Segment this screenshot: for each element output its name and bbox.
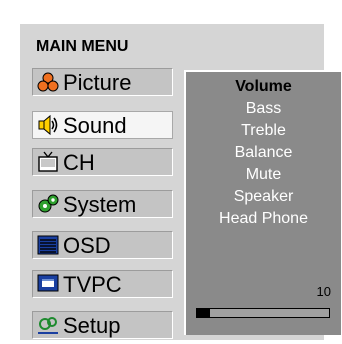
submenu-item-balance[interactable]: Balance: [186, 144, 341, 162]
menu-item-picture[interactable]: Picture: [32, 68, 173, 96]
menu-item-sound[interactable]: Sound: [32, 111, 173, 139]
menu-item-label: Sound: [63, 113, 127, 138]
volume-slider[interactable]: [196, 308, 330, 318]
submenu-item-treble[interactable]: Treble: [186, 122, 341, 140]
picture-icon: [37, 72, 59, 92]
menu-item-label: Setup: [63, 313, 121, 338]
setup-icon: [38, 317, 58, 334]
submenu-item-mute[interactable]: Mute: [186, 166, 341, 184]
menu-title: MAIN MENU: [36, 38, 129, 55]
sound-submenu: Volume Bass Treble Balance Mute Speaker …: [184, 70, 341, 335]
gears-icon: [38, 194, 59, 213]
menu-item-system[interactable]: System: [32, 190, 173, 218]
volume-slider-fill: [197, 309, 211, 317]
menu-item-label: System: [63, 192, 137, 217]
menu-item-tvpc[interactable]: TVPC: [32, 270, 173, 298]
menu-item-osd[interactable]: OSD: [32, 231, 173, 259]
menu-item-label: Picture: [63, 70, 132, 95]
menu-item-label: TVPC: [63, 272, 122, 297]
volume-value: 10: [316, 284, 331, 299]
speaker-icon: [38, 114, 58, 136]
submenu-item-bass[interactable]: Bass: [186, 100, 341, 118]
menu-item-label: OSD: [63, 233, 111, 258]
osd-icon: [37, 235, 59, 255]
menu-item-label: CH: [63, 150, 95, 175]
menu-item-ch[interactable]: CH: [32, 148, 173, 176]
monitor-icon: [37, 274, 59, 292]
menu-item-setup[interactable]: Setup: [32, 311, 173, 339]
submenu-item-head-phone[interactable]: Head Phone: [186, 210, 341, 228]
submenu-item-speaker[interactable]: Speaker: [186, 188, 341, 206]
tv-icon: [38, 151, 58, 172]
submenu-item-volume[interactable]: Volume: [186, 78, 341, 96]
